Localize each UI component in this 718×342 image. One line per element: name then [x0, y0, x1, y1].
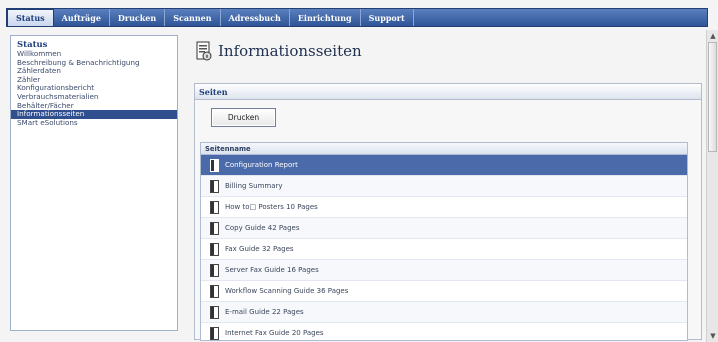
pages-table: Seitenname Configuration Report Billing …: [200, 142, 688, 341]
page-name: How to□ Posters 10 Pages: [225, 203, 318, 211]
document-icon: [210, 221, 219, 235]
page-name: Internet Fax Guide 20 Pages: [225, 329, 324, 337]
table-row[interactable]: Internet Fax Guide 20 Pages: [201, 323, 687, 340]
document-icon: [210, 158, 219, 172]
table-row[interactable]: Server Fax Guide 16 Pages: [201, 260, 687, 281]
table-row[interactable]: Copy Guide 42 Pages: [201, 218, 687, 239]
scroll-thumb[interactable]: [708, 42, 717, 152]
section-title: Seiten: [195, 84, 701, 100]
sidebar-title: Status: [17, 40, 48, 50]
table-row[interactable]: E-mail Guide 22 Pages: [201, 302, 687, 323]
sidebar-item-smart-esolutions[interactable]: SMart eSolutions: [11, 118, 177, 128]
column-header-page-name[interactable]: Seitenname: [201, 143, 687, 155]
tab-scannen[interactable]: Scannen: [165, 9, 221, 26]
pages-section: Seiten Drucken Seitenname Configuration …: [194, 83, 702, 341]
top-navigation-bar: Status Aufträge Drucken Scannen Adressbu…: [6, 8, 708, 27]
table-row[interactable]: Workflow Scanning Guide 36 Pages: [201, 281, 687, 302]
sidebar: Status Willkommen Beschreibung & Benachr…: [10, 35, 178, 331]
application-window: Status Aufträge Drucken Scannen Adressbu…: [0, 0, 718, 342]
document-icon: [210, 305, 219, 319]
document-icon: [210, 326, 219, 340]
page-name: Billing Summary: [225, 182, 283, 190]
page-title: Informationsseiten: [218, 42, 362, 60]
table-row[interactable]: How to□ Posters 10 Pages: [201, 197, 687, 218]
page-name: Fax Guide 32 Pages: [225, 245, 294, 253]
scroll-down-arrow-icon[interactable]: ▼: [709, 332, 717, 340]
tab-support[interactable]: Support: [361, 9, 414, 26]
tab-status[interactable]: Status: [7, 9, 54, 26]
table-row[interactable]: Configuration Report: [201, 155, 687, 176]
document-icon: [210, 242, 219, 256]
main-panel: Informationsseiten Seiten Drucken Seiten…: [190, 35, 705, 341]
page-name: Server Fax Guide 16 Pages: [225, 266, 319, 274]
page-name: Configuration Report: [225, 161, 298, 169]
document-icon: [210, 263, 219, 277]
tab-adressbuch[interactable]: Adressbuch: [221, 9, 290, 26]
tab-auftraege[interactable]: Aufträge: [54, 9, 110, 26]
page-name: Copy Guide 42 Pages: [225, 224, 300, 232]
vertical-scrollbar[interactable]: ▲ ▼: [706, 30, 718, 342]
page-header: Informationsseiten: [196, 41, 362, 61]
document-icon: [210, 284, 219, 298]
scroll-up-arrow-icon[interactable]: ▲: [709, 32, 717, 40]
table-row[interactable]: Fax Guide 32 Pages: [201, 239, 687, 260]
document-icon: [210, 200, 219, 214]
print-button[interactable]: Drucken: [211, 108, 276, 127]
table-row[interactable]: Billing Summary: [201, 176, 687, 197]
document-icon: [210, 179, 219, 193]
sidebar-list: Willkommen Beschreibung & Benachrichtigu…: [11, 49, 177, 128]
information-page-icon: [196, 41, 212, 61]
page-name: E-mail Guide 22 Pages: [225, 308, 304, 316]
page-name: Workflow Scanning Guide 36 Pages: [225, 287, 349, 295]
tab-drucken[interactable]: Drucken: [110, 9, 166, 26]
tab-einrichtung[interactable]: Einrichtung: [290, 9, 361, 26]
